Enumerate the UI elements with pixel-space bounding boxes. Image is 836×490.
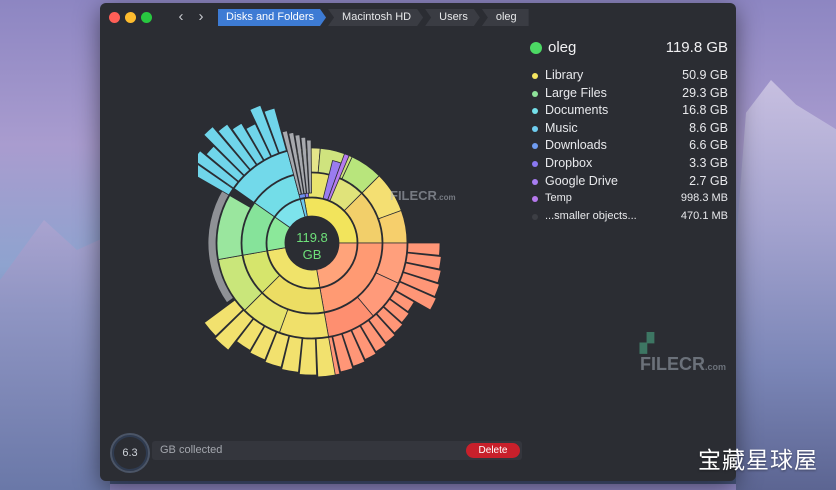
watermark-suffix: .com xyxy=(436,193,456,202)
legend-item[interactable]: ...smaller objects... 470.1 MB xyxy=(528,208,728,226)
sunburst-segment[interactable] xyxy=(278,309,329,339)
legend-item-label: Large Files xyxy=(545,85,607,100)
filecr-watermark-center: FILECR.com xyxy=(390,188,456,203)
legend-item-label: Google Drive xyxy=(545,173,618,188)
legend-color-dot xyxy=(532,196,538,203)
close-window-button[interactable] xyxy=(109,12,120,23)
chevron-left-icon[interactable]: ‹ xyxy=(173,9,189,25)
sunburst-center-label[interactable]: 119.8 GB xyxy=(276,229,348,263)
legend-item[interactable]: Library 50.9 GB xyxy=(528,67,728,85)
legend-list: Library 50.9 GB Large Files 29.3 GB Document… xyxy=(528,67,728,225)
legend-item-size: 998.3 MB xyxy=(680,192,728,205)
collected-label: GB collected xyxy=(160,444,223,456)
corner-watermark: 宝藏星球屋 xyxy=(698,448,818,474)
filecr-logo-icon: ▞ xyxy=(640,333,654,353)
legend-item-label: Temp xyxy=(545,192,572,205)
watermark-text: FILECR xyxy=(640,354,705,374)
legend-item[interactable]: Music 8.6 GB xyxy=(528,120,728,138)
legend-item[interactable]: Dropbox 3.3 GB xyxy=(528,155,728,173)
center-size-value: 119.8 xyxy=(296,230,328,245)
legend-item-label: Library xyxy=(545,68,584,82)
breadcrumb-oleg[interactable]: oleg xyxy=(481,9,529,26)
legend-item-label: ...smaller objects... xyxy=(545,209,637,222)
breadcrumb-users[interactable]: Users xyxy=(425,9,480,26)
watermark-text: FILECR xyxy=(390,188,437,203)
legend-color-dot xyxy=(532,178,538,185)
legend-folder-row[interactable]: oleg 119.8 GB xyxy=(528,35,728,61)
folder-size: 119.8 GB xyxy=(665,39,728,56)
legend-item[interactable]: Google Drive 2.7 GB xyxy=(528,173,728,191)
legend-color-dot xyxy=(532,73,538,79)
legend-item-label: Documents xyxy=(545,103,609,118)
folder-name: oleg xyxy=(548,39,577,56)
background-mountain-left xyxy=(0,220,110,490)
folder-color-dot xyxy=(530,42,542,54)
legend-item-label: Dropbox xyxy=(545,155,593,170)
legend-item-size: 16.8 GB xyxy=(682,103,728,118)
legend-item-size: 3.3 GB xyxy=(689,155,728,170)
legend-item[interactable]: Downloads 6.6 GB xyxy=(528,137,728,155)
filecr-watermark-right: ▞ FILECR.com xyxy=(640,333,736,375)
background-mountain-right xyxy=(736,80,836,490)
titlebar: ‹ › Disks and Folders Macintosh HD Users… xyxy=(100,3,736,33)
center-size-unit: GB xyxy=(302,247,322,262)
legend-item-label: Downloads xyxy=(545,138,607,153)
legend-item-size: 50.9 GB xyxy=(682,68,728,82)
collector-field: GB collected Delete xyxy=(152,441,522,460)
legend-item[interactable]: Large Files 29.3 GB xyxy=(528,85,728,103)
legend-item-size: 470.1 MB xyxy=(680,209,728,222)
breadcrumb-disks-and-folders[interactable]: Disks and Folders xyxy=(218,9,326,26)
legend-item-size: 29.3 GB xyxy=(682,85,728,100)
app-window: ‹ › Disks and Folders Macintosh HD Users… xyxy=(100,3,736,481)
legend-item[interactable]: Temp 998.3 MB xyxy=(528,190,728,208)
legend-panel: oleg 119.8 GB Library 50.9 GB Large Files 2… xyxy=(528,35,728,225)
legend-color-dot xyxy=(532,108,538,115)
watermark-suffix: .com xyxy=(705,362,727,372)
legend-item-size: 8.6 GB xyxy=(689,120,728,135)
collector-bar: 6.3 GB collected Delete xyxy=(100,423,736,481)
zoom-window-button[interactable] xyxy=(141,12,152,23)
legend-color-dot xyxy=(532,125,538,132)
legend-color-dot xyxy=(532,160,538,167)
legend-item[interactable]: Documents 16.8 GB xyxy=(528,102,728,120)
legend-color-dot xyxy=(532,143,538,150)
legend-item-label: Music xyxy=(545,120,578,135)
minimize-window-button[interactable] xyxy=(125,12,136,23)
breadcrumb-macintosh-hd[interactable]: Macintosh HD xyxy=(328,9,423,26)
legend-color-dot xyxy=(532,90,538,97)
legend-color-dot xyxy=(532,213,538,220)
sunburst-segment[interactable] xyxy=(298,338,318,376)
breadcrumb: Disks and Folders Macintosh HD Users ole… xyxy=(218,9,531,26)
delete-button[interactable]: Delete xyxy=(466,443,520,458)
legend-item-size: 6.6 GB xyxy=(689,138,728,153)
chevron-right-icon[interactable]: › xyxy=(193,9,209,25)
collector-drop-target[interactable]: 6.3 xyxy=(110,433,150,473)
legend-item-size: 2.7 GB xyxy=(689,173,728,188)
